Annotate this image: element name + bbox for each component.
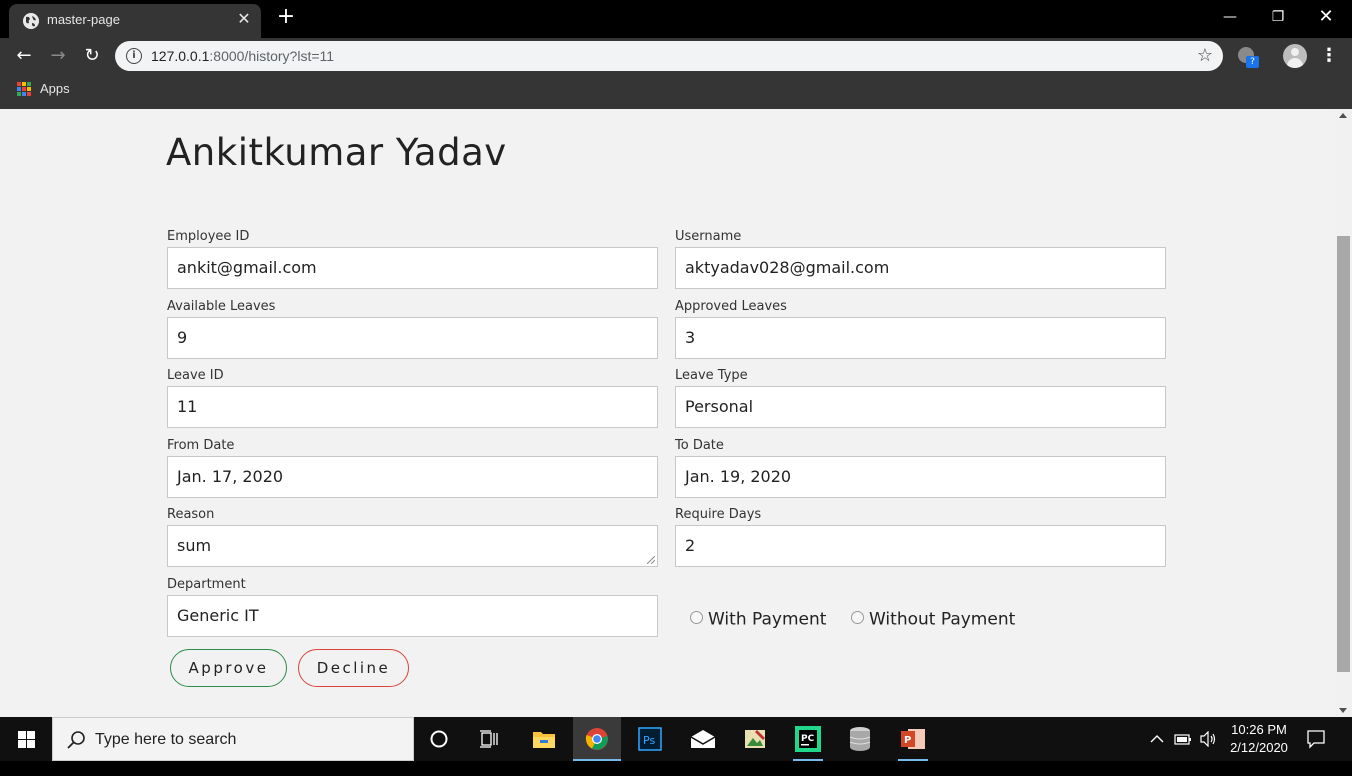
new-tab-button[interactable]: + <box>275 6 297 28</box>
leave-type-label: Leave Type <box>675 368 748 383</box>
reason-label: Reason <box>167 507 215 522</box>
page-scrollbar[interactable] <box>1335 109 1352 717</box>
taskbar-search-box[interactable]: Type here to search <box>52 717 414 761</box>
to-date-field[interactable]: Jan. 19, 2020 <box>675 456 1166 498</box>
available-leaves-field[interactable]: 9 <box>167 317 658 359</box>
employee-id-field[interactable]: ankit@gmail.com <box>167 247 658 289</box>
profile-avatar[interactable] <box>1283 44 1307 68</box>
bookmarks-bar: Apps <box>0 74 1352 109</box>
start-button[interactable] <box>0 717 52 761</box>
with-payment-radio[interactable]: With Payment <box>690 609 826 631</box>
close-window-button[interactable]: ✕ <box>1303 4 1349 32</box>
extension-icon[interactable]: ? <box>1238 47 1259 68</box>
browser-toolbar: ← → ↻ i 127.0.0.1:8000/history?lst=11 ☆ … <box>0 38 1352 74</box>
svg-text:P: P <box>904 735 911 746</box>
department-label: Department <box>167 577 246 592</box>
require-days-label: Require Days <box>675 507 762 522</box>
scroll-down-icon[interactable] <box>1339 708 1347 713</box>
site-info-icon[interactable]: i <box>126 48 142 64</box>
close-tab-icon[interactable]: ✕ <box>235 10 253 28</box>
forward-button[interactable]: → <box>46 44 70 68</box>
username-field[interactable]: aktyadav028@gmail.com <box>675 247 1166 289</box>
svg-text:Ps: Ps <box>643 734 655 747</box>
cortana-icon[interactable] <box>424 724 454 754</box>
resize-grip-icon[interactable] <box>647 556 655 564</box>
require-days-field[interactable]: 2 <box>675 525 1166 567</box>
radio-circle-icon[interactable] <box>851 611 864 624</box>
approved-leaves-field[interactable]: 3 <box>675 317 1166 359</box>
pycharm-icon[interactable]: PC <box>793 724 823 761</box>
scroll-up-icon[interactable] <box>1339 113 1347 118</box>
browser-titlebar: master-page ✕ + — ❐ ✕ <box>0 0 1352 38</box>
from-date-field[interactable]: Jan. 17, 2020 <box>167 456 658 498</box>
decline-button[interactable]: Decline <box>298 649 409 687</box>
reload-button[interactable]: ↻ <box>80 44 104 68</box>
page-title: Ankitkumar Yadav <box>166 131 507 174</box>
tab-title: master-page <box>47 12 120 27</box>
file-explorer-icon[interactable] <box>529 724 559 754</box>
scrollbar-thumb[interactable] <box>1337 236 1350 672</box>
clock-time: 10:26 PM <box>1231 722 1287 737</box>
username-label: Username <box>675 229 742 244</box>
svg-text:PC: PC <box>801 734 815 744</box>
globe-icon <box>23 13 39 29</box>
database-icon[interactable] <box>845 724 875 754</box>
approve-button[interactable]: Approve <box>170 649 287 687</box>
powerpoint-icon[interactable]: P <box>898 724 928 761</box>
search-icon <box>67 731 85 749</box>
photoshop-icon[interactable]: Ps <box>635 724 665 754</box>
employee-id-label: Employee ID <box>167 229 250 244</box>
image-editor-icon[interactable] <box>740 724 770 754</box>
chrome-icon[interactable] <box>573 717 621 761</box>
to-date-label: To Date <box>675 438 724 453</box>
available-leaves-label: Available Leaves <box>167 299 276 314</box>
taskbar-clock[interactable]: 10:26 PM 2/12/2020 <box>1224 721 1294 757</box>
minimize-window-button[interactable]: — <box>1207 4 1253 32</box>
task-view-icon[interactable] <box>475 724 505 754</box>
address-bar[interactable]: i 127.0.0.1:8000/history?lst=11 ☆ <box>115 41 1223 71</box>
department-field[interactable]: Generic IT <box>167 595 658 637</box>
reason-value: sum <box>177 536 212 555</box>
notifications-icon[interactable] <box>1306 729 1326 773</box>
windows-taskbar: Type here to search Ps PC P 10:26 PM 2/1… <box>0 717 1352 761</box>
page-viewport: Ankitkumar Yadav Employee ID ankit@gmail… <box>0 109 1352 717</box>
leave-type-field[interactable]: Personal <box>675 386 1166 428</box>
search-placeholder: Type here to search <box>95 731 237 748</box>
browser-tab[interactable]: master-page ✕ <box>9 4 261 38</box>
show-hidden-icons-icon[interactable] <box>1150 731 1164 775</box>
windows-logo-icon <box>18 731 35 748</box>
battery-icon[interactable] <box>1174 732 1192 776</box>
browser-menu-icon[interactable]: ⋮ <box>1320 44 1338 68</box>
mail-icon[interactable] <box>688 724 718 754</box>
apps-grid-icon[interactable] <box>17 82 31 96</box>
reason-textarea[interactable]: sum <box>167 525 658 567</box>
apps-bookmark[interactable]: Apps <box>40 81 70 96</box>
volume-icon[interactable] <box>1200 730 1218 775</box>
approved-leaves-label: Approved Leaves <box>675 299 787 314</box>
leave-id-field[interactable]: 11 <box>167 386 658 428</box>
radio-circle-icon[interactable] <box>690 611 703 624</box>
from-date-label: From Date <box>167 438 235 453</box>
back-button[interactable]: ← <box>12 44 36 68</box>
clock-date: 2/12/2020 <box>1230 740 1288 755</box>
bookmark-star-icon[interactable]: ☆ <box>1197 45 1213 66</box>
leave-id-label: Leave ID <box>167 368 224 383</box>
without-payment-radio[interactable]: Without Payment <box>851 609 1015 631</box>
restore-window-button[interactable]: ❐ <box>1255 4 1301 32</box>
url-text[interactable]: 127.0.0.1:8000/history?lst=11 <box>151 48 334 64</box>
